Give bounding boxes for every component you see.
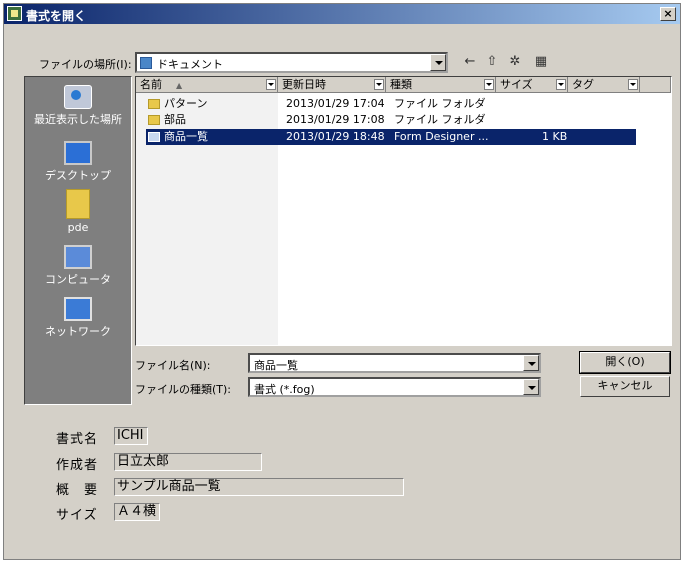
documents-icon (140, 57, 152, 69)
column-header-size[interactable]: サイズ (496, 77, 568, 93)
file-size: 1 KB (542, 130, 568, 143)
app-icon (7, 6, 22, 21)
filetype-value: 書式 (*.fog) (254, 383, 315, 396)
column-filter-icon[interactable] (628, 79, 638, 90)
file-name: パターン (164, 97, 208, 110)
summary-value: サンプル商品一覧 (114, 478, 404, 496)
folder-icon (148, 99, 160, 109)
file-date: 2013/01/29 18:48 (286, 130, 385, 143)
filetype-select[interactable]: 書式 (*.fog) (248, 377, 541, 397)
column-filter-icon[interactable] (484, 79, 494, 90)
sort-ascending-icon: ▲ (176, 81, 183, 90)
filetype-label: ファイルの種類(T): (135, 383, 232, 396)
recent-places-icon (64, 85, 92, 109)
file-list[interactable]: 名前 ▲ 更新日時 種類 サイズ タグ パターン 2013/01/29 17:04… (135, 76, 672, 346)
file-type: ファイル フォルダ (394, 97, 486, 110)
file-type: Form Designer ... (394, 130, 489, 143)
summary-label: 概 要 (56, 483, 99, 498)
place-label: ネットワーク (45, 325, 111, 338)
desktop-icon (64, 141, 92, 165)
column-header-name[interactable]: 名前 ▲ (136, 77, 278, 93)
column-header-date[interactable]: 更新日時 (278, 77, 386, 93)
list-item[interactable]: 部品 2013/01/29 17:08 ファイル フォルダ (136, 112, 671, 128)
window-title: 書式を開く (26, 9, 87, 23)
form-name-value: ICHI (114, 427, 148, 445)
chevron-down-icon[interactable] (523, 379, 539, 395)
location-dropdown[interactable]: ドキュメント (135, 52, 448, 73)
file-type: ファイル フォルダ (394, 113, 486, 126)
back-icon[interactable]: ← (461, 54, 479, 70)
column-filter-icon[interactable] (374, 79, 384, 90)
file-name: 部品 (164, 113, 186, 126)
computer-icon (64, 245, 92, 269)
place-network[interactable]: ネットワーク (25, 297, 131, 339)
open-button[interactable]: 開く(O) (579, 351, 671, 374)
form-file-icon (148, 132, 160, 142)
new-folder-icon[interactable]: ✲ (506, 54, 524, 70)
author-value: 日立太郎 (114, 453, 262, 471)
filename-value: 商品一覧 (254, 359, 298, 372)
place-computer[interactable]: コンピュータ (25, 245, 131, 287)
list-item-selected[interactable]: 商品一覧 2013/01/29 18:48 Form Designer ... … (146, 129, 636, 145)
folder-icon (148, 115, 160, 125)
close-button[interactable]: × (660, 7, 676, 21)
column-header-tags[interactable]: タグ (568, 77, 640, 93)
file-date: 2013/01/29 17:08 (286, 113, 385, 126)
location-label: ファイルの場所(I): (39, 58, 132, 71)
place-user[interactable]: pde (25, 189, 131, 234)
form-name-label: 書式名 (56, 432, 99, 447)
place-label: pde (67, 221, 89, 234)
paper-size-label: サイズ (56, 508, 98, 523)
up-folder-icon[interactable]: ⇧ (483, 54, 501, 70)
place-label: コンピュータ (45, 273, 111, 286)
network-icon (64, 297, 92, 321)
cancel-button[interactable]: キャンセル (580, 376, 670, 397)
column-filter-icon[interactable] (266, 79, 276, 90)
user-folder-icon (66, 189, 90, 219)
author-label: 作成者 (56, 458, 99, 473)
open-form-dialog: 書式を開く × ファイルの場所(I): ドキュメント ← ⇧ ✲ ▦ 最近表示し… (3, 3, 681, 560)
title-bar[interactable]: 書式を開く × (4, 4, 680, 24)
paper-size-value: Ａ４横 (114, 503, 160, 521)
chevron-down-icon[interactable] (523, 355, 539, 371)
place-label: デスクトップ (45, 169, 111, 182)
place-desktop[interactable]: デスクトップ (25, 141, 131, 183)
filename-label: ファイル名(N): (135, 359, 211, 372)
places-bar: 最近表示した場所 デスクトップ pde コンピュータ ネットワーク (24, 76, 132, 405)
column-filter-icon[interactable] (556, 79, 566, 90)
place-recent[interactable]: 最近表示した場所 (25, 85, 131, 127)
list-item[interactable]: パターン 2013/01/29 17:04 ファイル フォルダ (136, 96, 671, 112)
file-date: 2013/01/29 17:04 (286, 97, 385, 110)
filename-input[interactable]: 商品一覧 (248, 353, 541, 373)
place-label: 最近表示した場所 (34, 113, 122, 126)
chevron-down-icon[interactable] (430, 54, 446, 71)
column-header-type[interactable]: 種類 (386, 77, 496, 93)
location-value: ドキュメント (157, 58, 223, 71)
file-name: 商品一覧 (164, 130, 208, 143)
views-menu-icon[interactable]: ▦ (530, 54, 552, 70)
